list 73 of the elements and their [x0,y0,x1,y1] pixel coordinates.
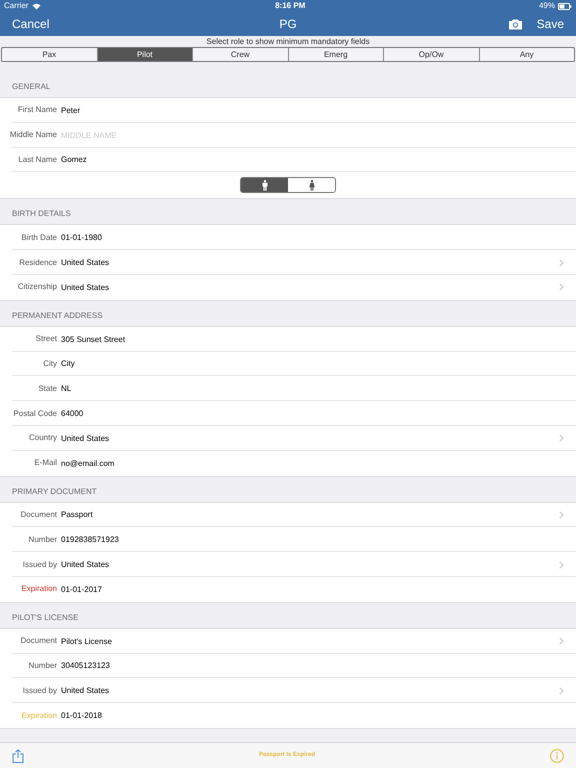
section-header: BIRTH DETAILS [12,208,71,220]
save-button[interactable]: Save [536,15,564,33]
field-label: Street [34,333,57,346]
field-label: Birth Date [20,232,57,244]
chevron-icon [559,283,564,292]
picker-field[interactable]: Pilot's License [61,634,559,648]
field-label: Country [28,432,57,444]
chevron-icon [559,686,564,695]
field-label: Document [20,508,57,521]
field-label: Expiration [20,710,57,722]
input-field[interactable]: Peter [61,103,576,118]
battery-icon [558,2,572,10]
picker-field[interactable]: Passport [61,508,559,522]
camera-icon[interactable] [508,18,523,30]
picker-field[interactable]: United States [61,256,559,270]
input-field[interactable]: City [61,356,576,371]
input-field[interactable]: 64000 [61,406,576,421]
clock-label: 8:16 PM [275,0,306,12]
input-field[interactable]: MIDDLE NAME [61,128,576,142]
field-label: Issued by [22,558,57,571]
field-label: Number [28,660,57,672]
field-label: Postal Code [12,408,57,420]
input-field[interactable]: 01-01-2017 [61,582,576,596]
input-field[interactable]: 30405123123 [61,658,576,673]
section-header: PILOT'S LICENSE [12,612,78,624]
field-label: Middle Name [8,129,57,142]
field-label: First Name [16,104,57,116]
input-field[interactable]: Gomez [61,152,576,167]
carrier-label: Carrier [4,0,28,12]
wifi-icon [32,2,42,10]
chevron-icon [559,434,564,442]
field-label: E-Mail [33,457,57,470]
share-icon[interactable] [12,748,24,762]
input-field[interactable]: 01-01-2018 [61,708,576,723]
section-header: GENERAL [12,81,50,93]
picker-field[interactable]: United States [61,558,559,572]
male-toggle[interactable] [241,178,288,192]
field-label: Issued by [22,684,57,697]
section-header: PERMANENT ADDRESS [12,310,103,322]
picker-field[interactable]: United States [61,280,559,294]
field-label: City [42,358,57,370]
cancel-button[interactable]: Cancel [12,15,50,33]
chevron-icon [559,258,564,267]
chevron-icon [559,637,564,646]
picker-field[interactable]: United States [61,684,559,698]
role-tab[interactable]: Any [478,48,574,61]
field-label: Citizenship [16,281,57,294]
input-field[interactable]: 01-01-1980 [61,230,576,245]
role-tab[interactable]: Crew [192,48,288,61]
man-icon [262,180,268,191]
role-tab[interactable]: Pax [2,48,96,61]
input-field[interactable]: NL [61,382,576,396]
role-tab[interactable]: Emerg [288,48,383,61]
role-prompt: Select role to show minimum mandatory fields [206,37,370,47]
field-label: State [37,382,57,395]
section-header: PRIMARY DOCUMENT [12,486,97,498]
chevron-icon [559,560,564,569]
field-label: Expiration [20,583,57,596]
woman-icon [308,180,314,191]
field-label: Number [28,534,57,546]
gender-segmented-control[interactable] [240,177,336,194]
role-tab[interactable]: Pilot [96,48,192,61]
battery-label: 49% [538,0,555,12]
screen-title: PG [279,16,297,33]
field-label: Residence [18,256,57,269]
field-label: Document [20,635,57,648]
chevron-icon [559,510,564,519]
input-field[interactable]: no@email.com [61,456,576,470]
input-field[interactable]: 305 Sunset Street [61,332,576,346]
input-field[interactable]: 0192838571923 [61,532,576,547]
role-tab[interactable]: Op/Ow [383,48,478,61]
field-label: Last Name [17,154,57,166]
picker-field[interactable]: United States [61,431,559,446]
